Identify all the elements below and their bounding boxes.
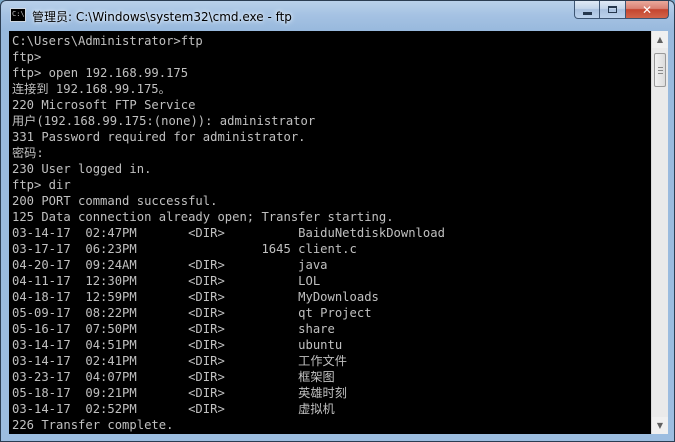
console-line: 03-14-17 02:47PM <DIR> BaiduNetdiskDownl… xyxy=(12,226,445,240)
console-line: 03-14-17 02:41PM <DIR> 工作文件 xyxy=(12,354,347,368)
console-line: 05-09-17 08:22PM <DIR> qt Project xyxy=(12,306,372,320)
arrow-up-icon: ▲ xyxy=(656,35,664,44)
console-line: 331 Password required for administrator. xyxy=(12,130,306,144)
console-line: 230 User logged in. xyxy=(12,162,152,176)
console-line: 连接到 192.168.99.175。 xyxy=(12,82,171,96)
cmd-app-icon[interactable]: C:\ xyxy=(10,8,26,22)
vertical-scrollbar[interactable]: ▲ ▼ xyxy=(651,31,668,434)
window-title: 管理员: C:\Windows\system32\cmd.exe - ftp xyxy=(32,10,292,24)
console-line: 05-18-17 09:21PM <DIR> 英雄时刻 xyxy=(12,386,347,400)
console-line: 04-11-17 12:30PM <DIR> LOL xyxy=(12,274,321,288)
console-line: 04-20-17 09:24AM <DIR> java xyxy=(12,258,328,272)
console-line: ftp> xyxy=(12,50,42,64)
console-line: 04-18-17 12:59PM <DIR> MyDownloads xyxy=(12,290,379,304)
console-text: C:\Users\Administrator>ftp ftp> ftp> open … xyxy=(12,33,445,433)
scroll-up-button[interactable]: ▲ xyxy=(652,31,668,48)
console-line: 200 PORT command successful. xyxy=(12,194,218,208)
arrow-down-icon: ▼ xyxy=(656,421,664,430)
console-line: C:\Users\Administrator>ftp xyxy=(12,34,203,48)
console-line: 226 Transfer complete. xyxy=(12,418,174,432)
grip-line xyxy=(658,67,663,68)
close-icon: ✕ xyxy=(641,2,653,17)
console-line: 03-14-17 02:52PM <DIR> 虚拟机 xyxy=(12,402,335,416)
scrollbar-thumb[interactable] xyxy=(654,53,666,87)
title-bar[interactable]: C:\ 管理员: C:\Windows\system32\cmd.exe - f… xyxy=(1,1,674,31)
minimize-icon xyxy=(582,11,592,15)
grip-line xyxy=(658,70,663,71)
scroll-down-button[interactable]: ▼ xyxy=(652,417,668,434)
console-line: 220 Microsoft FTP Service xyxy=(12,98,196,112)
console-line: ftp> dir xyxy=(12,178,71,192)
console-line: 03-14-17 04:51PM <DIR> ubuntu xyxy=(12,338,343,352)
console-line: 03-23-17 04:07PM <DIR> 框架图 xyxy=(12,370,335,384)
console-line: 用户(192.168.99.175:(none)): administrator xyxy=(12,114,316,128)
close-button[interactable]: ✕ xyxy=(626,1,669,19)
console-line: ftp> open 192.168.99.175 xyxy=(12,66,189,80)
grip-line xyxy=(658,73,663,74)
caption-buttons: ✕ xyxy=(574,1,669,21)
maximize-button[interactable] xyxy=(600,1,626,19)
minimize-button[interactable] xyxy=(574,1,600,19)
console-line: 密码: xyxy=(12,146,44,160)
console-output[interactable]: C:\Users\Administrator>ftp ftp> ftp> open … xyxy=(9,31,651,434)
console-line: 05-16-17 07:50PM <DIR> share xyxy=(12,322,335,336)
maximize-icon xyxy=(608,6,617,13)
cmd-window: C:\ 管理员: C:\Windows\system32\cmd.exe - f… xyxy=(0,0,675,442)
console-line: 03-17-17 06:23PM 1645 client.c xyxy=(12,242,357,256)
console-line: 125 Data connection already open; Transf… xyxy=(12,210,394,224)
